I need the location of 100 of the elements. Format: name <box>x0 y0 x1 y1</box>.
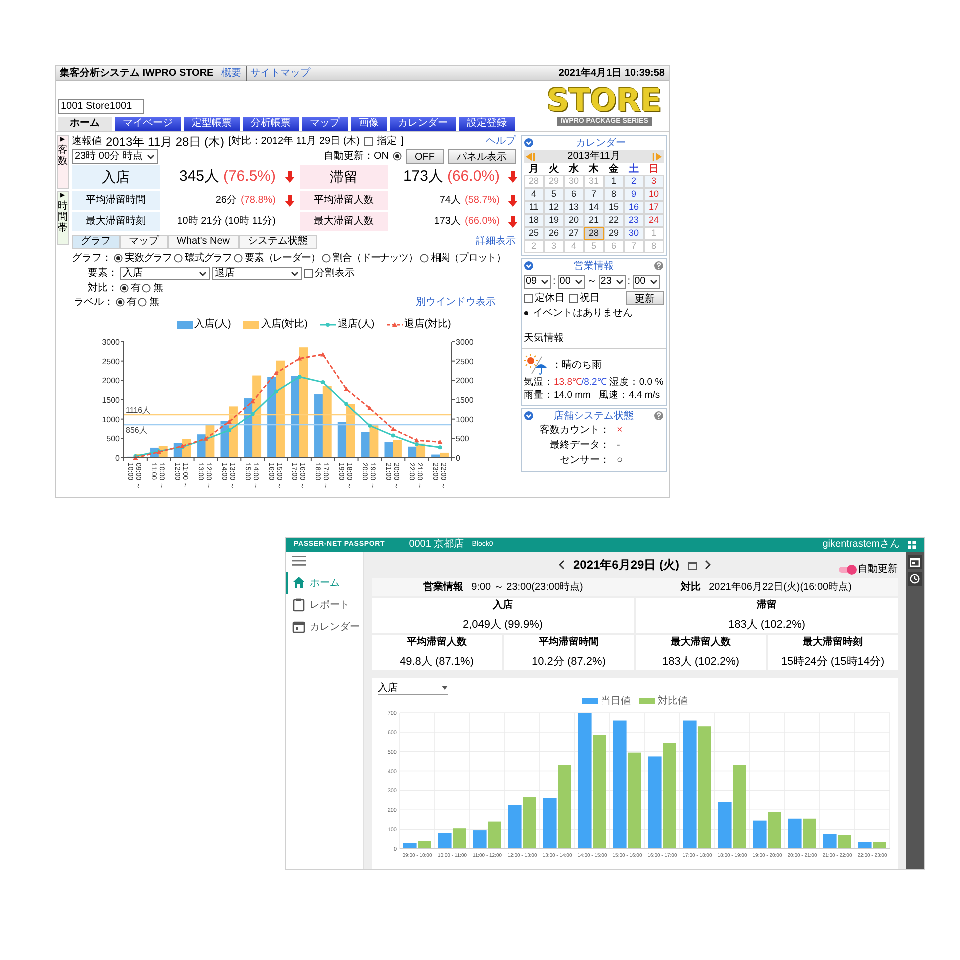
low-temperature: /8.2℃ <box>582 376 606 390</box>
weekday-label: 月 <box>528 163 540 175</box>
stat-label: 平均滞留時間 <box>539 636 599 650</box>
panel-title: 店舗システム状態 <box>553 410 635 424</box>
axis-label: 500 <box>456 434 470 444</box>
toggle-label: 自動更新 <box>858 562 898 577</box>
stat-label: 最大滞留時刻 <box>803 636 863 650</box>
radio-label: 割合（ドーナッツ） <box>333 252 418 266</box>
stat-value: 49.8人 (87.1%) <box>400 654 474 670</box>
status-label: 最終データ： <box>550 439 610 453</box>
stat-label: 平均滞留人数 <box>300 191 388 210</box>
legend-label: 退店(人) <box>338 318 375 332</box>
axis-label: 3000 <box>102 338 120 347</box>
separator-text: : <box>628 275 631 289</box>
axis-label: 1000 <box>456 415 474 424</box>
stat-ratio: (66.0%) <box>464 215 500 229</box>
separator-text: ～ <box>586 275 597 289</box>
axis-label: 2500 <box>456 357 474 366</box>
bracket-text: ] <box>401 135 404 149</box>
option-label: 要素： <box>88 266 118 281</box>
radio-label: 無 <box>153 282 163 296</box>
stat-label: 最大滞留時刻 <box>72 212 160 231</box>
separator-text: : <box>553 275 556 289</box>
stat-value: 345人 <box>179 166 220 187</box>
info-label: 営業情報 <box>424 580 464 594</box>
reference-label: 856人 <box>126 426 148 435</box>
axis-label: 3000 <box>456 338 474 347</box>
info-value: 9:00 ～ 23:00(23:00時点) <box>472 580 584 594</box>
legend-label: 対比値 <box>658 694 688 708</box>
stat-value: 15時24分 (15時14分) <box>781 654 885 670</box>
temperature-label: 気温： <box>524 376 554 390</box>
stat-value: 2,049人 (99.9%) <box>462 618 544 633</box>
legend-label: 入店(対比) <box>261 318 308 332</box>
status-value: × <box>616 424 624 436</box>
rainfall-text: 雨量：14.0 mm <box>524 389 591 404</box>
axis-label: 1500 <box>102 396 120 405</box>
axis-label: 0 <box>116 454 120 463</box>
checkbox-label: 定休日 <box>535 292 565 306</box>
stat-value: 10時 21分 (10時 11分) <box>177 214 276 229</box>
stat-value: 26分 <box>216 194 237 208</box>
radio-label: 環式グラフ <box>185 252 232 266</box>
option-label: 対比： <box>88 282 118 296</box>
stat-value: 173人 <box>403 166 444 187</box>
legend-label: 退店(対比) <box>404 318 452 332</box>
compare-date: [対比：2012年 11月 29日 (木) <box>228 134 360 149</box>
high-temperature: 13.8℃ <box>554 376 582 390</box>
stat-label: 滞留 <box>300 165 388 189</box>
panel-title: カレンダー <box>575 136 627 150</box>
info-value: 2021年06月22日(火)(16:00時点) <box>709 580 852 594</box>
option-label: ラベル： <box>74 296 114 310</box>
stat-label: 平均滞留人数 <box>407 636 467 650</box>
axis-label: 1500 <box>456 396 474 405</box>
legend-label: 当日値 <box>601 694 631 708</box>
stat-value: 173人 <box>434 215 461 229</box>
radio-label: 相関（プロット） <box>430 252 506 266</box>
radio-label: 実数グラフ <box>125 252 172 266</box>
reference-label: 1116人 <box>126 406 151 415</box>
checkbox-label: 分割表示 <box>315 266 355 281</box>
info-label: 対比 <box>681 580 702 594</box>
store-name: 0001 京都店 <box>409 540 464 550</box>
stat-value: 183人 (102.2%) <box>662 654 740 670</box>
user-name: gikentrastemさん <box>822 540 900 550</box>
radio-label: 無 <box>149 296 159 310</box>
axis-label: 500 <box>106 434 120 444</box>
calendar-month: 2013年11月 <box>568 150 620 164</box>
stat-label: 最大滞留人数 <box>671 636 731 650</box>
status-value: - <box>616 440 622 452</box>
axis-label: 2000 <box>456 376 474 386</box>
stat-label: 平均滞留時間 <box>72 191 160 210</box>
axis-label: 1000 <box>102 415 120 424</box>
stat-ratio: (76.5%) <box>223 166 276 187</box>
report-date: 2013年 11月 28日 (木) <box>106 134 224 150</box>
wind-text: 風速：4.4 m/s <box>598 389 660 404</box>
stat-ratio: (78.8%) <box>240 194 276 208</box>
status-label: 客数カウント： <box>540 424 610 438</box>
option-label: グラフ： <box>72 252 112 266</box>
radio-label: 要素（レーダー） <box>245 252 320 266</box>
stat-label: 最大滞留人数 <box>300 212 388 231</box>
weather-title: 天気情報 <box>522 331 666 349</box>
axis-label: 0 <box>456 454 460 463</box>
humidity-text: 湿度：0.0 % <box>609 376 664 390</box>
event-text: イベントはありません <box>533 307 633 321</box>
checkbox-label: 祝日 <box>580 292 600 306</box>
logo-text: STORE <box>547 86 662 117</box>
weekday-label: 火 <box>548 163 560 175</box>
report-kind: 速報値 <box>72 134 102 149</box>
weekday-label: 木 <box>588 163 600 175</box>
panel-title: 営業情報 <box>573 260 615 274</box>
stat-ratio: (66.0%) <box>447 166 500 187</box>
weekday-label: 土 <box>628 163 640 175</box>
weekday-label: 水 <box>568 163 580 175</box>
stat-label: 入店 <box>72 165 160 189</box>
stat-value: 183人 (102.2%) <box>728 618 806 633</box>
status-value: ○ <box>616 454 624 466</box>
axis-label: 2000 <box>102 376 120 386</box>
weather-text: ：晴のち雨 <box>552 358 602 372</box>
checkbox-label: 指定 <box>377 134 398 149</box>
current-date: 2021年6月29日 (火) <box>573 557 680 574</box>
stat-value: 74人 <box>440 194 461 208</box>
stat-ratio: (58.7%) <box>464 194 500 208</box>
